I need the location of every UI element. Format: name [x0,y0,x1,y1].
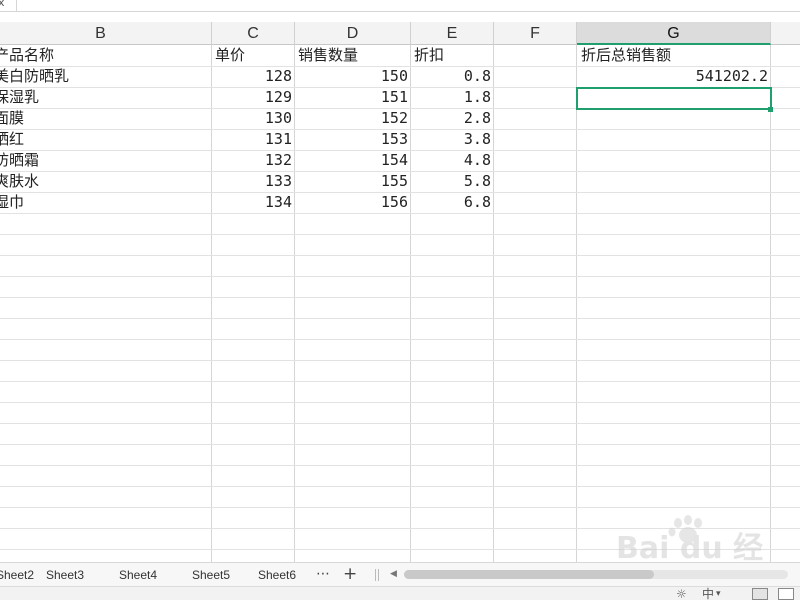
gridline-vertical [576,45,577,562]
gridline-vertical [770,45,771,562]
gridline-horizontal [0,549,800,550]
cell-unit-price[interactable]: 133 [212,171,294,192]
cell-b1[interactable]: 产品名称 [0,45,211,66]
column-header-f[interactable]: F [494,22,577,45]
sheet-tab[interactable]: Sheet6 [258,563,296,587]
cell-product-name[interactable]: 晒红 [0,129,211,150]
gridline-horizontal [0,234,800,235]
tab-divider [375,569,376,581]
sheet-tab[interactable]: Sheet4 [119,563,157,587]
gridline-horizontal [0,297,800,298]
cell-product-name[interactable]: 湿巾 [0,192,211,213]
scroll-left-arrow-icon[interactable]: ◀ [390,569,397,579]
cell-quantity[interactable]: 153 [295,129,410,150]
cell-product-name[interactable]: 爽肤水 [0,171,211,192]
settings-icon[interactable]: ☼ [676,587,687,600]
cell-product-name[interactable]: 保湿乳 [0,87,211,108]
chevron-down-icon[interactable]: ▾ [716,587,721,600]
cell-c1[interactable]: 单价 [212,45,294,66]
horizontal-scroll-thumb[interactable] [404,570,654,579]
gridline-horizontal [0,507,800,508]
column-header-e[interactable]: E [411,22,494,45]
gridline-horizontal [0,360,800,361]
page-layout-view-icon[interactable] [778,588,794,600]
cell-discount[interactable]: 0.8 [411,66,493,87]
cell-quantity[interactable]: 154 [295,150,410,171]
cell-product-name[interactable]: 美白防晒乳 [0,66,211,87]
add-sheet-button[interactable]: + [343,563,357,587]
cell-discount[interactable]: 2.8 [411,108,493,129]
cell-discount[interactable]: 6.8 [411,192,493,213]
cell-discount[interactable]: 1.8 [411,87,493,108]
cell-unit-price[interactable]: 131 [212,129,294,150]
cell-total-sales[interactable]: 541202.2 [577,66,770,87]
cell-quantity[interactable]: 151 [295,87,410,108]
gridline-horizontal [0,255,800,256]
gridline-horizontal [0,486,800,487]
cell-quantity[interactable]: 152 [295,108,410,129]
cell-unit-price[interactable]: 134 [212,192,294,213]
gridline-horizontal [0,402,800,403]
gridline-horizontal [0,276,800,277]
column-header-d[interactable]: D [295,22,411,45]
cell-discount[interactable]: 5.8 [411,171,493,192]
gridline-horizontal [0,213,800,214]
cell-discount[interactable]: 4.8 [411,150,493,171]
cell-quantity[interactable]: 150 [295,66,410,87]
column-header-c[interactable]: C [212,22,295,45]
fx-label[interactable]: x [0,0,5,9]
gridline-vertical [493,45,494,562]
cell-unit-price[interactable]: 132 [212,150,294,171]
column-header-b[interactable]: B [0,22,212,45]
cell-d1[interactable]: 销售数量 [295,45,410,66]
cell-quantity[interactable]: 156 [295,192,410,213]
gridline-horizontal [0,423,800,424]
sheet-tab-bar: Sheet2 Sheet3 Sheet4 Sheet5 Sheet6 ⋯ + ◀ [0,562,800,586]
active-cell-g3[interactable] [576,87,772,110]
column-header-row: B C D E F G [0,22,800,45]
gridline-horizontal [0,318,800,319]
gridline-horizontal [0,528,800,529]
gridline-horizontal [0,465,800,466]
cell-g1[interactable]: 折后总销售额 [578,45,770,66]
more-sheets-button[interactable]: ⋯ [316,563,330,587]
gridline-horizontal [0,444,800,445]
cell-product-name[interactable]: 面膜 [0,108,211,129]
sheet-tab[interactable]: Sheet5 [192,563,230,587]
cell-quantity[interactable]: 155 [295,171,410,192]
formula-bar: x [0,0,800,12]
column-header-g[interactable]: G [577,22,771,45]
gridline-horizontal [0,339,800,340]
status-bar: ☼ 中 ▾ [0,586,800,600]
normal-view-icon[interactable] [752,588,768,600]
spreadsheet-grid: B C D E F G 产品名称 单价 销售数量 折扣 折后总销售额 美白防晒乳… [0,22,800,562]
cell-unit-price[interactable]: 129 [212,87,294,108]
cell-e1[interactable]: 折扣 [411,45,493,66]
fill-handle[interactable] [768,107,773,112]
cell-unit-price[interactable]: 130 [212,108,294,129]
cell-discount[interactable]: 3.8 [411,129,493,150]
cell-unit-price[interactable]: 128 [212,66,294,87]
sheet-tab[interactable]: Sheet3 [46,563,84,587]
gridline-horizontal [0,381,800,382]
input-mode-indicator[interactable]: 中 [702,587,714,600]
tab-divider [378,569,379,581]
sheet-tab[interactable]: Sheet2 [0,563,34,587]
cell-product-name[interactable]: 防晒霜 [0,150,211,171]
formula-input[interactable] [16,0,800,12]
